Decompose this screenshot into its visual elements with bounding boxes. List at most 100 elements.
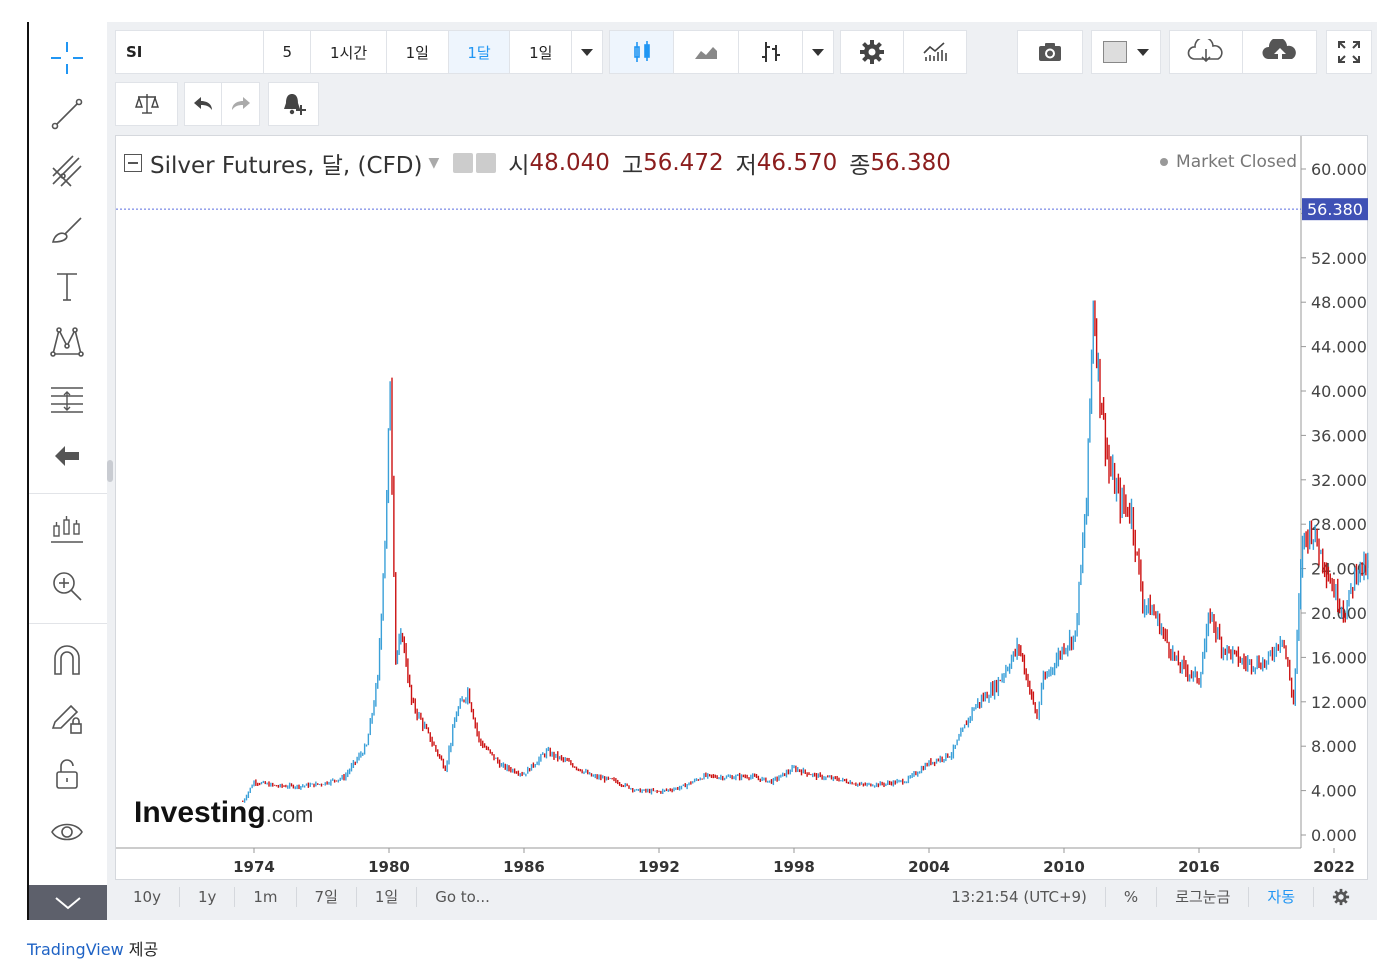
undo-icon[interactable]	[185, 83, 223, 125]
chart-panel[interactable]: 60.00056.00052.00048.00044.00040.00036.0…	[115, 135, 1369, 881]
area-chart-icon[interactable]	[674, 31, 739, 73]
indicators-icon[interactable]	[43, 508, 91, 552]
price-tag-label: 56.380	[1307, 200, 1363, 219]
range-7d[interactable]: 7일	[297, 886, 357, 907]
magnet-icon[interactable]	[43, 638, 91, 682]
pencil-lock-icon[interactable]	[43, 696, 91, 740]
interval-5min[interactable]: 5	[264, 31, 312, 73]
eye-icon[interactable]	[43, 810, 91, 854]
cloud-toolbar	[1169, 30, 1317, 74]
interval-custom[interactable]: 1일	[510, 31, 573, 73]
bars-icon[interactable]	[739, 31, 804, 73]
settings-toolbar	[840, 30, 967, 74]
y-tick-label: 8.000	[1311, 737, 1357, 756]
scale-settings-icon[interactable]	[1314, 887, 1368, 907]
y-tick-label: 4.000	[1311, 782, 1357, 801]
screenshot-toolbar	[1017, 30, 1083, 74]
x-tick-label: 1992	[638, 858, 680, 876]
close-value: 56.380	[870, 150, 951, 176]
y-tick-label: 44.000	[1311, 338, 1367, 357]
x-tick-label: 1986	[503, 858, 545, 876]
goto-button[interactable]: Go to...	[417, 887, 508, 907]
fullscreen-toolbar	[1326, 30, 1372, 74]
percent-toggle[interactable]: %	[1106, 886, 1158, 907]
interval-1day[interactable]: 1일	[387, 31, 449, 73]
toolbar-resize-handle[interactable]	[107, 460, 113, 482]
camera-icon[interactable]	[1018, 31, 1082, 73]
interval-toolbar: SI 5 1시간 1일 1달 1일	[115, 30, 603, 74]
legend-dropdown-icon[interactable]: ▼	[429, 155, 440, 171]
chart-type-dropdown[interactable]	[803, 31, 833, 73]
background-color-picker[interactable]	[1092, 31, 1160, 73]
x-tick-label: 2022	[1313, 858, 1355, 876]
x-tick-label: 1980	[368, 858, 410, 876]
collapse-legend-icon[interactable]	[124, 154, 142, 172]
range-10y[interactable]: 10y	[115, 886, 180, 907]
market-status: Market Closed	[1160, 152, 1297, 172]
y-tick-label: 12.000	[1311, 693, 1367, 712]
visibility-icon[interactable]	[453, 153, 474, 173]
x-tick-label: 1974	[233, 858, 275, 876]
alert-toolbar	[268, 82, 319, 126]
cloud-upload-icon[interactable]	[1243, 31, 1316, 73]
add-alert-icon[interactable]	[269, 83, 318, 125]
candles-icon[interactable]	[610, 31, 675, 73]
brush-icon[interactable]	[43, 208, 91, 252]
pitchfork-icon[interactable]	[43, 150, 91, 194]
tradingview-link[interactable]: TradingView	[27, 940, 124, 959]
high-label: 고	[621, 153, 644, 179]
collapse-toolbar-button[interactable]	[29, 885, 107, 920]
fullscreen-icon[interactable]	[1327, 31, 1371, 73]
fib-icon[interactable]	[43, 378, 91, 422]
redo-icon[interactable]	[222, 83, 259, 125]
y-tick-label: 16.000	[1311, 648, 1367, 667]
attribution: TradingView 제공	[27, 940, 159, 959]
y-tick-label: 48.000	[1311, 293, 1367, 312]
interval-dropdown[interactable]	[572, 31, 602, 73]
range-1m[interactable]: 1m	[235, 886, 297, 907]
high-value: 56.472	[643, 150, 724, 176]
compare-icon[interactable]	[116, 83, 177, 125]
zoom-in-icon[interactable]	[43, 564, 91, 608]
compare-toolbar	[115, 82, 178, 126]
legend-title: Silver Futures, 달, (CFD)	[150, 153, 423, 179]
range-1y[interactable]: 1y	[180, 886, 236, 907]
y-tick-label: 32.000	[1311, 471, 1367, 490]
investing-logo: Investing.com	[134, 796, 314, 829]
open-label: 시	[508, 153, 530, 179]
y-tick-label: 28.000	[1311, 515, 1367, 534]
crosshair-icon[interactable]	[43, 36, 91, 80]
close-label: 종	[849, 153, 871, 179]
bottom-toolbar: 10y 1y 1m 7일 1일 Go to... 13:21:54 (UTC+9…	[115, 880, 1368, 913]
gear-icon[interactable]	[841, 31, 904, 73]
drawing-toolbar	[29, 22, 107, 920]
back-arrow-icon[interactable]	[43, 434, 91, 478]
low-label: 저	[735, 153, 757, 179]
low-value: 46.570	[756, 150, 838, 176]
pattern-icon[interactable]	[43, 320, 91, 364]
cloud-download-icon[interactable]	[1170, 31, 1243, 73]
color-swatch-icon	[1103, 41, 1127, 63]
unlock-icon[interactable]	[43, 752, 91, 796]
y-tick-label: 0.000	[1311, 826, 1357, 845]
indicators-chart-icon[interactable]	[904, 31, 967, 73]
y-tick-label: 36.000	[1311, 426, 1367, 445]
symbol-input[interactable]: SI	[116, 31, 265, 73]
y-tick-label: 60.000	[1311, 160, 1367, 179]
x-tick-label: 1998	[773, 858, 815, 876]
auto-scale-toggle[interactable]: 자동	[1249, 886, 1314, 907]
x-tick-label: 2010	[1043, 858, 1085, 876]
clock: 13:21:54 (UTC+9)	[933, 886, 1106, 907]
tradingview-widget: SI 5 1시간 1일 1달 1일 60.000 52.000 48.000 4…	[27, 22, 1377, 920]
interval-1month[interactable]: 1달	[448, 31, 511, 73]
text-icon[interactable]	[43, 264, 91, 308]
price-chart[interactable]: 60.00056.00052.00048.00044.00040.00036.0…	[116, 136, 1369, 881]
y-tick-label: 52.000	[1311, 249, 1367, 268]
trendline-icon[interactable]	[43, 92, 91, 136]
log-scale-toggle[interactable]: 로그눈금	[1157, 886, 1250, 907]
range-1d[interactable]: 1일	[357, 886, 418, 907]
settings-small-icon[interactable]	[476, 153, 497, 173]
color-toolbar	[1091, 30, 1161, 74]
chart-type-toolbar	[609, 30, 834, 74]
interval-1hour[interactable]: 1시간	[311, 31, 387, 73]
